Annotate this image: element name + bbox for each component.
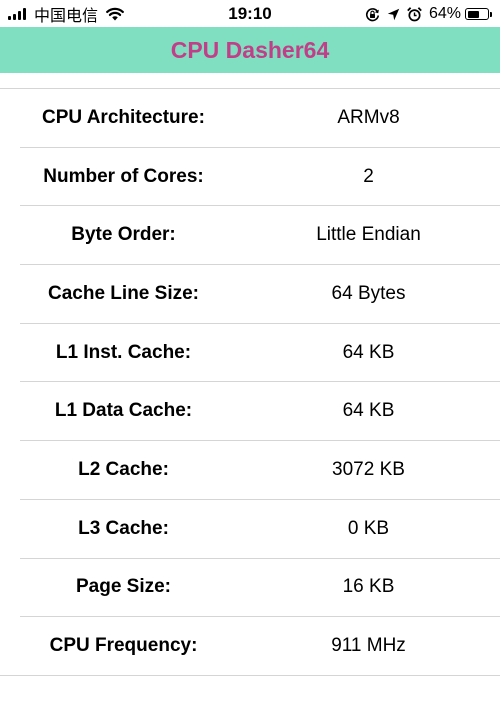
cpu-info-table: CPU Architecture: ARMv8 Number of Cores:…: [0, 88, 500, 676]
status-bar: 中国电信 19:10 64%: [0, 0, 500, 27]
row-label: Number of Cores:: [43, 165, 204, 187]
status-bar-left: 中国电信: [8, 4, 124, 25]
orientation-lock-icon: [365, 7, 380, 21]
row-label: Cache Line Size:: [48, 282, 199, 304]
row-label: CPU Frequency:: [49, 635, 198, 657]
row-label: L3 Cache:: [78, 517, 169, 539]
alarm-icon: [407, 6, 422, 21]
row-label: Byte Order:: [71, 224, 176, 246]
row-value: 911 MHz: [331, 635, 406, 657]
app-title: CPU Dasher64: [170, 36, 330, 63]
signal-icon: [8, 8, 28, 20]
row-value: Little Endian: [316, 224, 421, 246]
row-value: 3072 KB: [332, 458, 405, 480]
table-row: L2 Cache: 3072 KB: [20, 441, 500, 500]
row-value: 2: [363, 165, 374, 187]
table-row: L3 Cache: 0 KB: [20, 500, 500, 559]
table-row: Page Size: 16 KB: [20, 559, 500, 618]
carrier-name: 中国电信: [34, 6, 99, 25]
table-row: L1 Data Cache: 64 KB: [20, 382, 500, 442]
row-label: Page Size:: [75, 576, 172, 598]
battery-percentage: 64%: [428, 5, 461, 22]
row-label: L1 Inst. Cache:: [55, 341, 192, 363]
table-row: Byte Order: Little Endian: [20, 206, 500, 266]
row-value: 64 Bytes: [331, 282, 406, 304]
battery-level-fill: [467, 10, 480, 18]
table-row: CPU Frequency: 911 MHz: [0, 617, 500, 676]
row-value: 64 KB: [342, 400, 395, 422]
row-value: 0 KB: [347, 517, 390, 539]
table-row: L1 Inst. Cache: 64 KB: [20, 324, 500, 383]
table-row: CPU Architecture: ARMv8: [20, 89, 500, 148]
status-bar-right: 64%: [358, 4, 492, 24]
location-icon: [387, 8, 400, 20]
row-value: ARMv8: [337, 106, 400, 128]
row-label: L1 Data Cache:: [54, 400, 193, 422]
row-value: 64 KB: [342, 341, 395, 363]
table-row: Cache Line Size: 64 Bytes: [20, 265, 500, 324]
row-value: 16 KB: [342, 576, 395, 598]
table-row: Number of Cores: 2: [20, 148, 500, 207]
navigation-bar: CPU Dasher64: [0, 27, 500, 73]
battery-icon: [465, 8, 489, 20]
row-label: CPU Architecture:: [42, 106, 205, 128]
wifi-icon: [106, 7, 124, 21]
row-label: L2 Cache:: [78, 458, 169, 480]
battery-cap: [490, 11, 492, 17]
